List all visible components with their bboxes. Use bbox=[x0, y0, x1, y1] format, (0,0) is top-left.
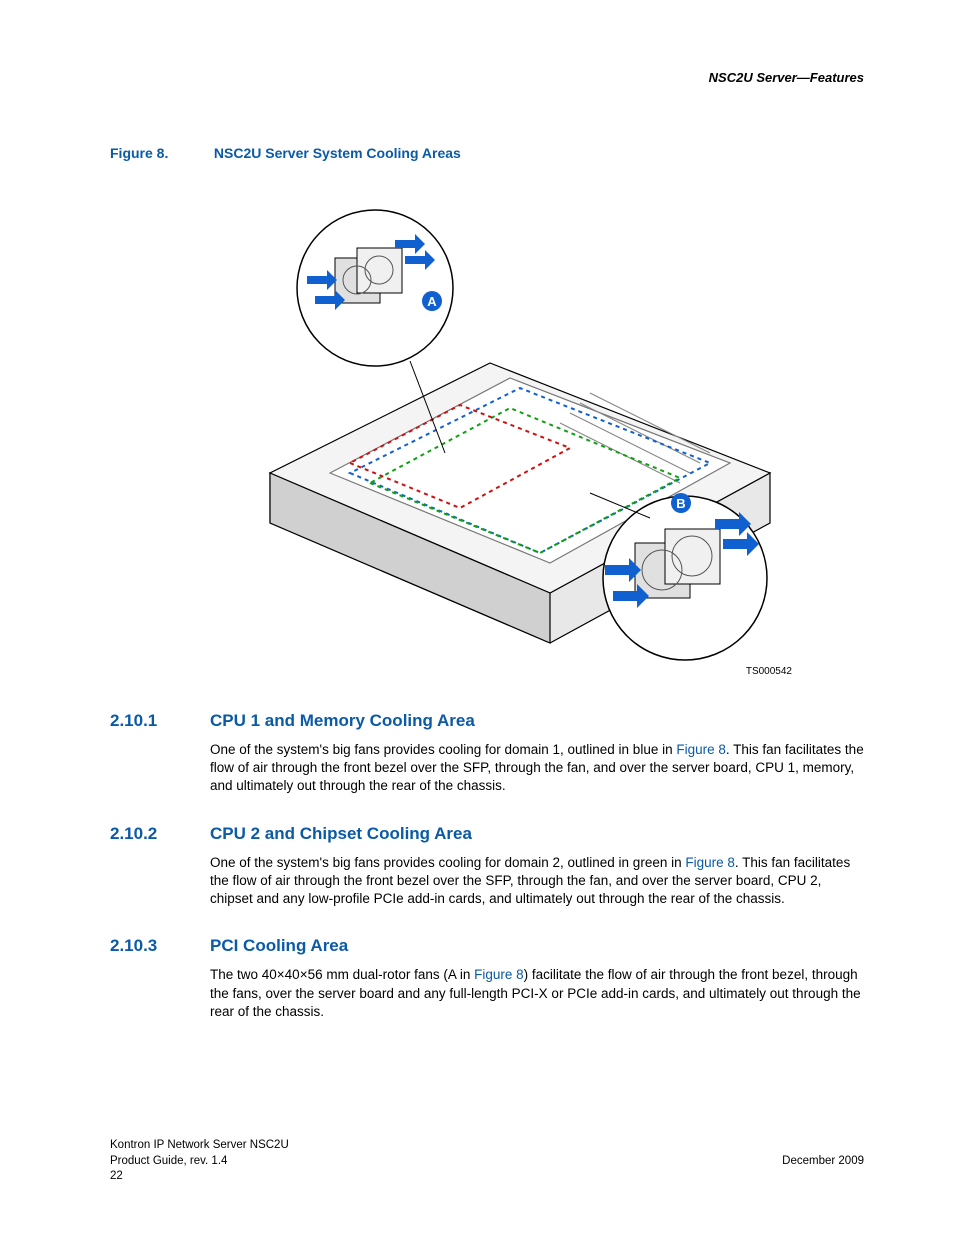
section-body: One of the system's big fans provides co… bbox=[210, 854, 864, 909]
section-2-10-1: 2.10.1 CPU 1 and Memory Cooling Area One… bbox=[110, 711, 864, 796]
section-2-10-3: 2.10.3 PCI Cooling Area The two 40×40×56… bbox=[110, 936, 864, 1021]
footer-doc-rev: Product Guide, rev. 1.4 bbox=[110, 1154, 227, 1170]
section-title: CPU 1 and Memory Cooling Area bbox=[210, 711, 475, 731]
section-number: 2.10.3 bbox=[110, 936, 210, 956]
section-title: PCI Cooling Area bbox=[210, 936, 348, 956]
callout-a-label: A bbox=[427, 294, 437, 309]
figure-image: A B TS000542 bbox=[210, 173, 800, 683]
callout-b-label: B bbox=[676, 496, 685, 511]
footer-date: December 2009 bbox=[782, 1154, 864, 1170]
section-number: 2.10.1 bbox=[110, 711, 210, 731]
figure-8-link[interactable]: Figure 8 bbox=[676, 742, 726, 757]
figure-image-id: TS000542 bbox=[746, 666, 792, 677]
section-number: 2.10.2 bbox=[110, 824, 210, 844]
page-footer: Kontron IP Network Server NSC2U Product … bbox=[110, 1138, 864, 1185]
figure-8-link[interactable]: Figure 8 bbox=[685, 855, 735, 870]
section-body: The two 40×40×56 mm dual-rotor fans (A i… bbox=[210, 966, 864, 1021]
footer-page-number: 22 bbox=[110, 1169, 864, 1185]
figure-8-link[interactable]: Figure 8 bbox=[474, 967, 524, 982]
running-header: NSC2U Server—Features bbox=[110, 70, 864, 85]
section-body: One of the system's big fans provides co… bbox=[210, 741, 864, 796]
section-2-10-2: 2.10.2 CPU 2 and Chipset Cooling Area On… bbox=[110, 824, 864, 909]
figure-title: NSC2U Server System Cooling Areas bbox=[214, 145, 461, 161]
section-title: CPU 2 and Chipset Cooling Area bbox=[210, 824, 472, 844]
footer-doc-title: Kontron IP Network Server NSC2U bbox=[110, 1138, 289, 1154]
figure-label: Figure 8. bbox=[110, 145, 210, 161]
figure-caption: Figure 8. NSC2U Server System Cooling Ar… bbox=[110, 145, 864, 161]
